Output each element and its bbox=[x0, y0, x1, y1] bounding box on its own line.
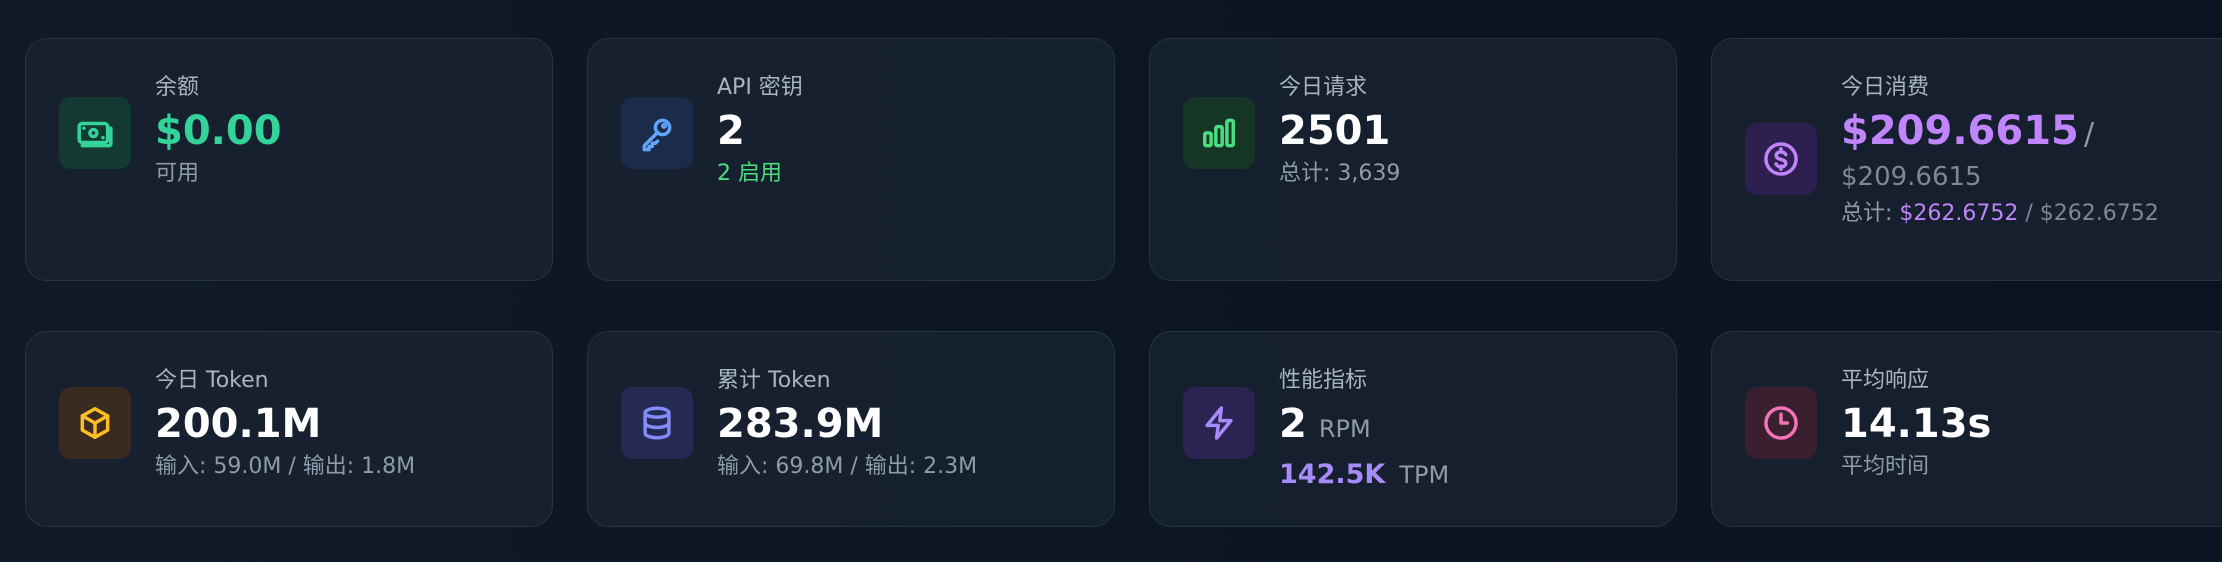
today-cost-value: $209.6615 bbox=[1841, 108, 2079, 154]
today-tokens-value: 200.1M bbox=[155, 401, 322, 447]
rpm-unit: RPM bbox=[1318, 415, 1371, 443]
today-cost-card: 今日消费 $209.6615 / $209.6615 总计: $262.6752… bbox=[1711, 38, 2222, 281]
today-tokens-io: 输入: 59.0M / 输出: 1.8M bbox=[155, 454, 416, 479]
total-cost-separator: / bbox=[2018, 201, 2040, 226]
total-requests: 总计: 3,639 bbox=[1279, 161, 1401, 186]
today-tokens-label: 今日 Token bbox=[155, 368, 269, 393]
lightning-icon bbox=[1183, 387, 1255, 459]
balance-label: 余额 bbox=[155, 75, 200, 100]
today-cost-values: $209.6615 / $209.6615 bbox=[1841, 105, 2171, 197]
today-cost-total: $209.6615 bbox=[1841, 162, 1982, 192]
tpm-value: 142.5K bbox=[1279, 459, 1386, 490]
tpm-unit: TPM bbox=[1399, 461, 1450, 489]
today-cost-separator: / bbox=[2083, 117, 2095, 152]
api-keys-label: API 密钥 bbox=[717, 75, 803, 100]
total-tokens-value: 283.9M bbox=[717, 401, 884, 447]
key-icon bbox=[621, 97, 693, 169]
today-requests-value: 2501 bbox=[1279, 108, 1391, 154]
total-cost-total: $262.6752 bbox=[2039, 201, 2159, 226]
performance-label: 性能指标 bbox=[1279, 368, 1368, 393]
api-keys-card: API 密钥 2 2 启用 bbox=[587, 38, 1115, 281]
clock-icon bbox=[1745, 387, 1817, 459]
performance-card: 性能指标 2 RPM 142.5K TPM bbox=[1149, 331, 1677, 527]
balance-card: 余额 $0.00 可用 bbox=[25, 38, 553, 281]
bar-chart-icon bbox=[1183, 97, 1255, 169]
api-keys-enabled: 2 启用 bbox=[717, 161, 782, 186]
rpm-line: 2 RPM bbox=[1279, 398, 1449, 455]
tpm-line: 142.5K TPM bbox=[1279, 455, 1449, 498]
balance-sub: 可用 bbox=[155, 161, 200, 186]
balance-value: $0.00 bbox=[155, 108, 282, 154]
total-tokens-label: 累计 Token bbox=[717, 368, 831, 393]
database-icon bbox=[621, 387, 693, 459]
api-keys-value: 2 bbox=[717, 108, 745, 154]
today-requests-label: 今日请求 bbox=[1279, 75, 1368, 100]
avg-response-label: 平均响应 bbox=[1841, 368, 1930, 393]
avg-response-sub: 平均时间 bbox=[1841, 454, 1930, 479]
total-tokens-io: 输入: 69.8M / 输出: 2.3M bbox=[717, 454, 978, 479]
dollar-circle-icon bbox=[1745, 123, 1817, 195]
today-cost-label: 今日消费 bbox=[1841, 75, 1930, 100]
total-cost-line: 总计: $262.6752 / $262.6752 bbox=[1841, 199, 2171, 229]
stats-grid: 余额 $0.00 可用 API 密钥 2 2 启用 今日请求 2501 总计: … bbox=[25, 38, 2222, 527]
banknote-icon bbox=[59, 97, 131, 169]
avg-response-card: 平均响应 14.13s 平均时间 bbox=[1711, 331, 2222, 527]
total-tokens-card: 累计 Token 283.9M 输入: 69.8M / 输出: 2.3M bbox=[587, 331, 1115, 527]
total-cost-value: $262.6752 bbox=[1899, 201, 2019, 226]
avg-response-value: 14.13s bbox=[1841, 401, 1992, 447]
cube-icon bbox=[59, 387, 131, 459]
today-requests-card: 今日请求 2501 总计: 3,639 bbox=[1149, 38, 1677, 281]
total-cost-prefix: 总计: bbox=[1841, 201, 1900, 226]
today-tokens-card: 今日 Token 200.1M 输入: 59.0M / 输出: 1.8M bbox=[25, 331, 553, 527]
rpm-value: 2 bbox=[1279, 401, 1307, 447]
